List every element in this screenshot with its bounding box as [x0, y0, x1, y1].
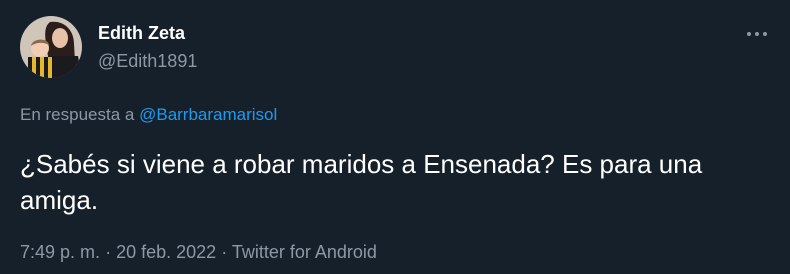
meta-separator: ·	[221, 242, 228, 262]
reply-prefix: En respuesta a	[20, 105, 135, 124]
author-handle[interactable]: @Edith1891	[98, 50, 197, 72]
tweet-source-link[interactable]: Twitter for Android	[232, 242, 377, 262]
reply-context: En respuesta a @Barrbaramarisol	[20, 104, 277, 126]
avatar[interactable]	[20, 16, 82, 78]
tweet-text: ¿Sabés si viene a robar maridos a Ensena…	[20, 149, 703, 215]
more-dot	[763, 32, 767, 36]
reply-mention-link[interactable]: @Barrbaramarisol	[139, 105, 277, 124]
more-dot	[747, 32, 751, 36]
more-options-icon[interactable]	[740, 24, 774, 44]
author-display-name[interactable]: Edith Zeta	[98, 22, 185, 44]
more-dot	[755, 32, 759, 36]
tweet-time-link[interactable]: 7:49 p. m.	[20, 242, 100, 262]
tweet-date-link[interactable]: 20 feb. 2022	[116, 242, 216, 262]
tweet-metadata: 7:49 p. m. · 20 feb. 2022 · Twitter for …	[20, 241, 377, 263]
meta-separator: ·	[105, 242, 112, 262]
tweet-card: Edith Zeta @Edith1891 En respuesta a @Ba…	[0, 0, 790, 274]
